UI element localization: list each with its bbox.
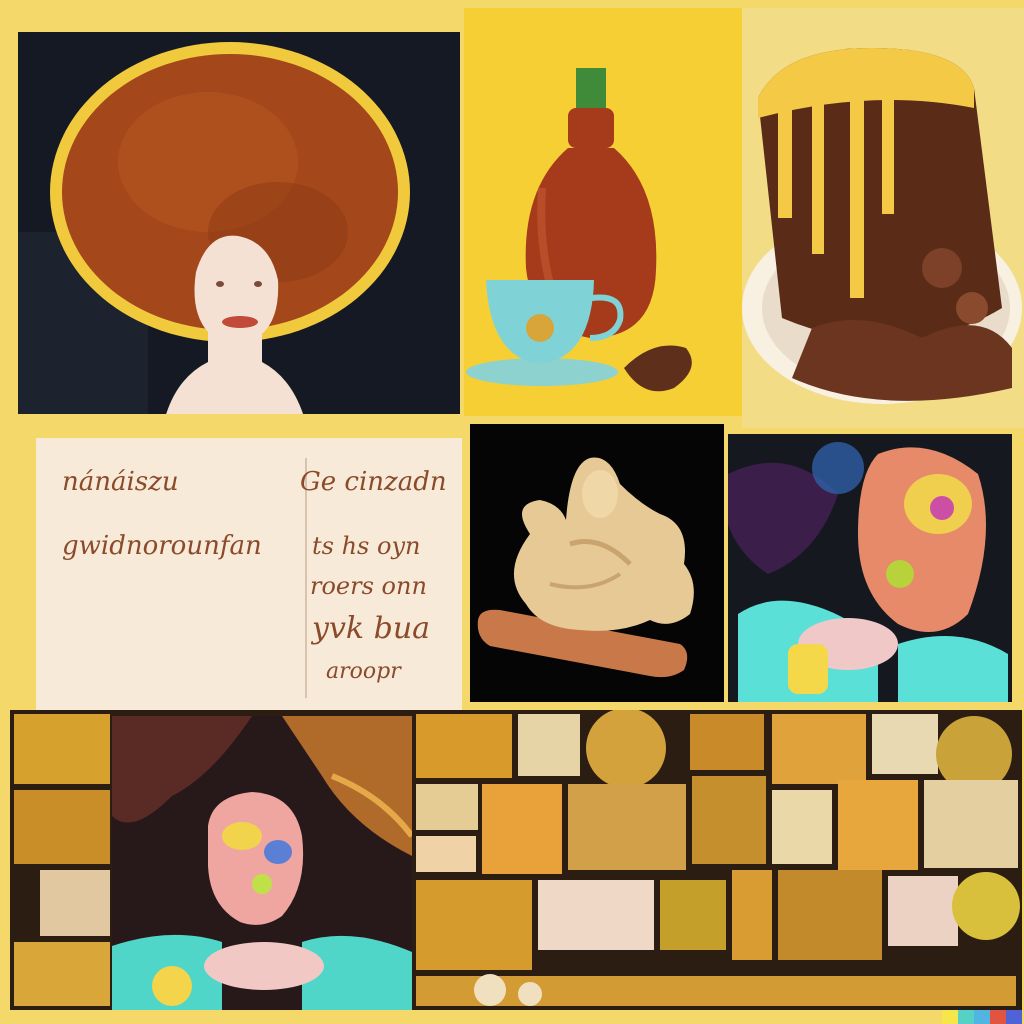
- color-strip: [942, 1010, 1022, 1024]
- note-line-6: yvk bua: [310, 611, 430, 646]
- afro-figure-art: [18, 32, 460, 414]
- note-line-4: ts hs oyn: [312, 532, 420, 560]
- note-line-5: roers onn: [310, 572, 427, 600]
- ginger-art: [470, 424, 724, 702]
- handwritten-note: nánáiszu Ge cinzadn gwidnorounfan ts hs …: [36, 438, 462, 712]
- bottle-and-cup-painting: [464, 8, 742, 416]
- still-life-art: [464, 8, 742, 416]
- abstract-portrait-painting: [728, 434, 1012, 702]
- bust-portrait-painting: [112, 716, 412, 1010]
- note-line-1: nánáiszu: [62, 467, 179, 497]
- abstract-portrait-art: [728, 434, 1012, 702]
- bust-portrait-art: [112, 716, 412, 1010]
- note-line-7: aroopr: [326, 659, 402, 684]
- note-line-3: gwidnorounfan: [62, 531, 262, 561]
- color-swatch-red: [990, 1010, 1006, 1024]
- note-line-2: Ge cinzadn: [300, 467, 447, 497]
- ginger-root-painting: [470, 424, 724, 702]
- color-swatch-teal: [958, 1010, 974, 1024]
- afro-figure-painting: [18, 32, 460, 414]
- dripping-cake-painting: [742, 8, 1024, 428]
- color-swatch-yellow: [942, 1010, 958, 1024]
- color-swatch-blue: [974, 1010, 990, 1024]
- note-paper-art: nánáiszu Ge cinzadn gwidnorounfan ts hs …: [36, 438, 462, 712]
- cake-art: [742, 8, 1024, 428]
- color-swatch-indigo: [1006, 1010, 1022, 1024]
